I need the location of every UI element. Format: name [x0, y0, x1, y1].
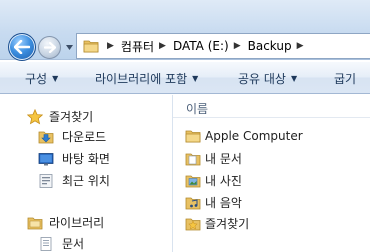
breadcrumb-drive[interactable]: DATA (E:) [173, 39, 229, 53]
address-bar[interactable]: ▶ 컴퓨터 ▶ DATA (E:) ▶ Backup ▶ [76, 33, 370, 59]
desktop-icon [38, 152, 54, 165]
folder-name: Apple Computer [205, 129, 303, 143]
burn-label: 굽기 [334, 72, 357, 86]
nav-item-recent-places[interactable]: 최근 위치 [38, 172, 110, 189]
music-folder-icon [185, 197, 201, 209]
documents-icon [40, 236, 52, 251]
header-divider [173, 117, 370, 118]
folder-name: 내 문서 [205, 152, 242, 166]
recent-pages-dropdown[interactable] [64, 42, 74, 52]
folder-icon [185, 130, 201, 143]
command-toolbar: 구성 ▼ 라이브러리에 포함 ▼ 공유 대상 ▼ 굽기 [0, 61, 370, 94]
back-button[interactable] [8, 33, 36, 61]
burn-button[interactable]: 굽기 [334, 70, 356, 87]
libraries-icon [27, 217, 43, 229]
pictures-folder-icon [185, 175, 201, 187]
navigation-pane: 즐겨찾기 다운로드 바탕 화면 최근 위치 라이브러리 문서 [0, 95, 172, 252]
nav-item-label: 바탕 화면 [62, 152, 110, 166]
folder-name: 내 음악 [205, 196, 242, 210]
downloads-folder-icon [38, 131, 54, 143]
breadcrumb-separator[interactable]: ▶ [234, 41, 241, 51]
folder-icon [83, 40, 99, 53]
forward-arrow-icon [43, 42, 56, 53]
organize-button[interactable]: 구성 ▼ [25, 70, 58, 87]
include-in-library-label: 라이브러리에 포함 [95, 72, 188, 86]
nav-item-downloads[interactable]: 다운로드 [38, 128, 106, 145]
share-with-label: 공유 대상 [238, 72, 286, 86]
include-in-library-button[interactable]: 라이브러리에 포함 ▼ [95, 70, 198, 87]
nav-item-documents[interactable]: 문서 [38, 235, 84, 252]
folder-item-my-documents[interactable]: 내 문서 [185, 150, 242, 167]
breadcrumb-separator[interactable]: ▶ [107, 41, 114, 51]
libraries-label: 라이브러리 [49, 216, 105, 230]
forward-button[interactable] [38, 36, 61, 59]
nav-item-label: 다운로드 [62, 130, 107, 144]
chevron-down-icon [65, 44, 73, 50]
breadcrumb-computer[interactable]: 컴퓨터 [121, 38, 154, 55]
nav-item-desktop[interactable]: 바탕 화면 [38, 150, 110, 167]
nav-item-label: 최근 위치 [62, 174, 110, 188]
back-arrow-icon [14, 40, 30, 54]
favorites-folder-icon [185, 218, 201, 230]
breadcrumb-separator[interactable]: ▶ [297, 41, 304, 51]
favorites-node[interactable]: 즐겨찾기 [27, 108, 93, 125]
column-header-name[interactable]: 이름 [186, 100, 208, 117]
organize-label: 구성 [25, 72, 48, 86]
folder-item-apple-computer[interactable]: Apple Computer [185, 128, 303, 144]
folder-name: 즐겨찾기 [205, 217, 250, 231]
share-with-button[interactable]: 공유 대상 ▼ [238, 70, 297, 87]
nav-item-label: 문서 [62, 237, 85, 251]
file-list: 이름 Apple Computer 내 문서 내 사진 내 음악 즐겨찾기 [173, 95, 370, 252]
breadcrumb-folder[interactable]: Backup [248, 39, 292, 53]
star-icon [27, 108, 43, 124]
chevron-down-icon: ▼ [52, 74, 59, 83]
documents-folder-icon [185, 153, 201, 165]
folder-item-my-music[interactable]: 내 음악 [185, 194, 242, 211]
libraries-node[interactable]: 라이브러리 [27, 214, 104, 231]
favorites-label: 즐겨찾기 [49, 110, 94, 124]
folder-item-my-pictures[interactable]: 내 사진 [185, 172, 242, 189]
chevron-down-icon: ▼ [290, 74, 298, 83]
folder-item-favorites[interactable]: 즐겨찾기 [185, 215, 249, 232]
breadcrumb-separator[interactable]: ▶ [159, 41, 166, 51]
navigation-bar: ▶ 컴퓨터 ▶ DATA (E:) ▶ Backup ▶ [0, 0, 370, 61]
recent-places-icon [39, 173, 53, 188]
folder-name: 내 사진 [205, 174, 242, 188]
chevron-down-icon: ▼ [192, 74, 199, 83]
